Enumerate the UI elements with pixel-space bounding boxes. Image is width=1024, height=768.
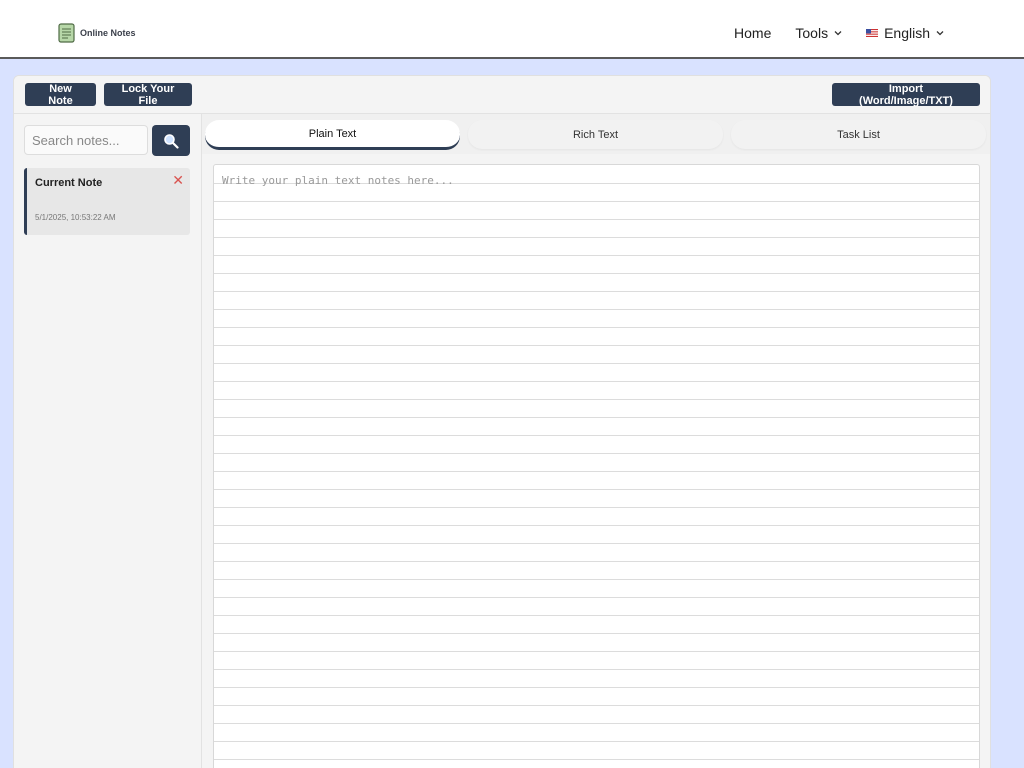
tab-rich-text[interactable]: Rich Text [468,120,723,149]
note-timestamp: 5/1/2025, 10:53:22 AM [35,213,116,222]
language-label: English [884,25,930,41]
search-button[interactable] [152,125,190,156]
new-note-button[interactable]: New Note [25,83,96,107]
import-button[interactable]: Import (Word/Image/TXT) [832,83,980,107]
delete-note-icon[interactable]: ✕ [172,173,184,187]
search-icon [164,133,179,149]
site-logo[interactable]: Online Notes [56,21,136,45]
editor-mode-tabs: Plain Text Rich Text Task List [202,114,990,154]
search-input[interactable] [24,125,148,155]
note-list-item[interactable]: Current Note ✕ 5/1/2025, 10:53:22 AM [24,168,190,235]
toolbar: New Note Lock Your File Import (Word/Ima… [14,76,990,114]
top-navbar: Online Notes Home Tools English [0,0,1024,59]
tab-label: Plain Text [308,127,357,140]
tab-plain-text[interactable]: Plain Text [205,120,460,149]
lock-file-button[interactable]: Lock Your File [104,83,192,107]
language-selector[interactable]: English [866,25,944,41]
tab-task-list[interactable]: Task List [731,120,986,149]
tab-label: Rich Text [572,128,619,141]
notes-app-panel: New Note Lock Your File Import (Word/Ima… [13,75,991,768]
note-title: Current Note [35,177,103,189]
tab-label: Task List [837,128,880,141]
chevron-down-icon [936,31,944,36]
notes-sidebar: Current Note ✕ 5/1/2025, 10:53:22 AM [14,114,202,768]
nav-home-label: Home [734,25,772,41]
us-flag-icon [866,29,879,37]
logo-text: Online Notes [80,28,136,38]
chevron-down-icon [834,31,842,36]
notepad-logo-icon [58,23,75,43]
nav-tools-dropdown[interactable]: Tools [795,25,842,41]
nav-tools-label: Tools [795,25,829,41]
nav-home[interactable]: Home [734,25,771,41]
plain-text-editor[interactable] [213,164,980,768]
main-nav: Home Tools English [734,22,944,44]
